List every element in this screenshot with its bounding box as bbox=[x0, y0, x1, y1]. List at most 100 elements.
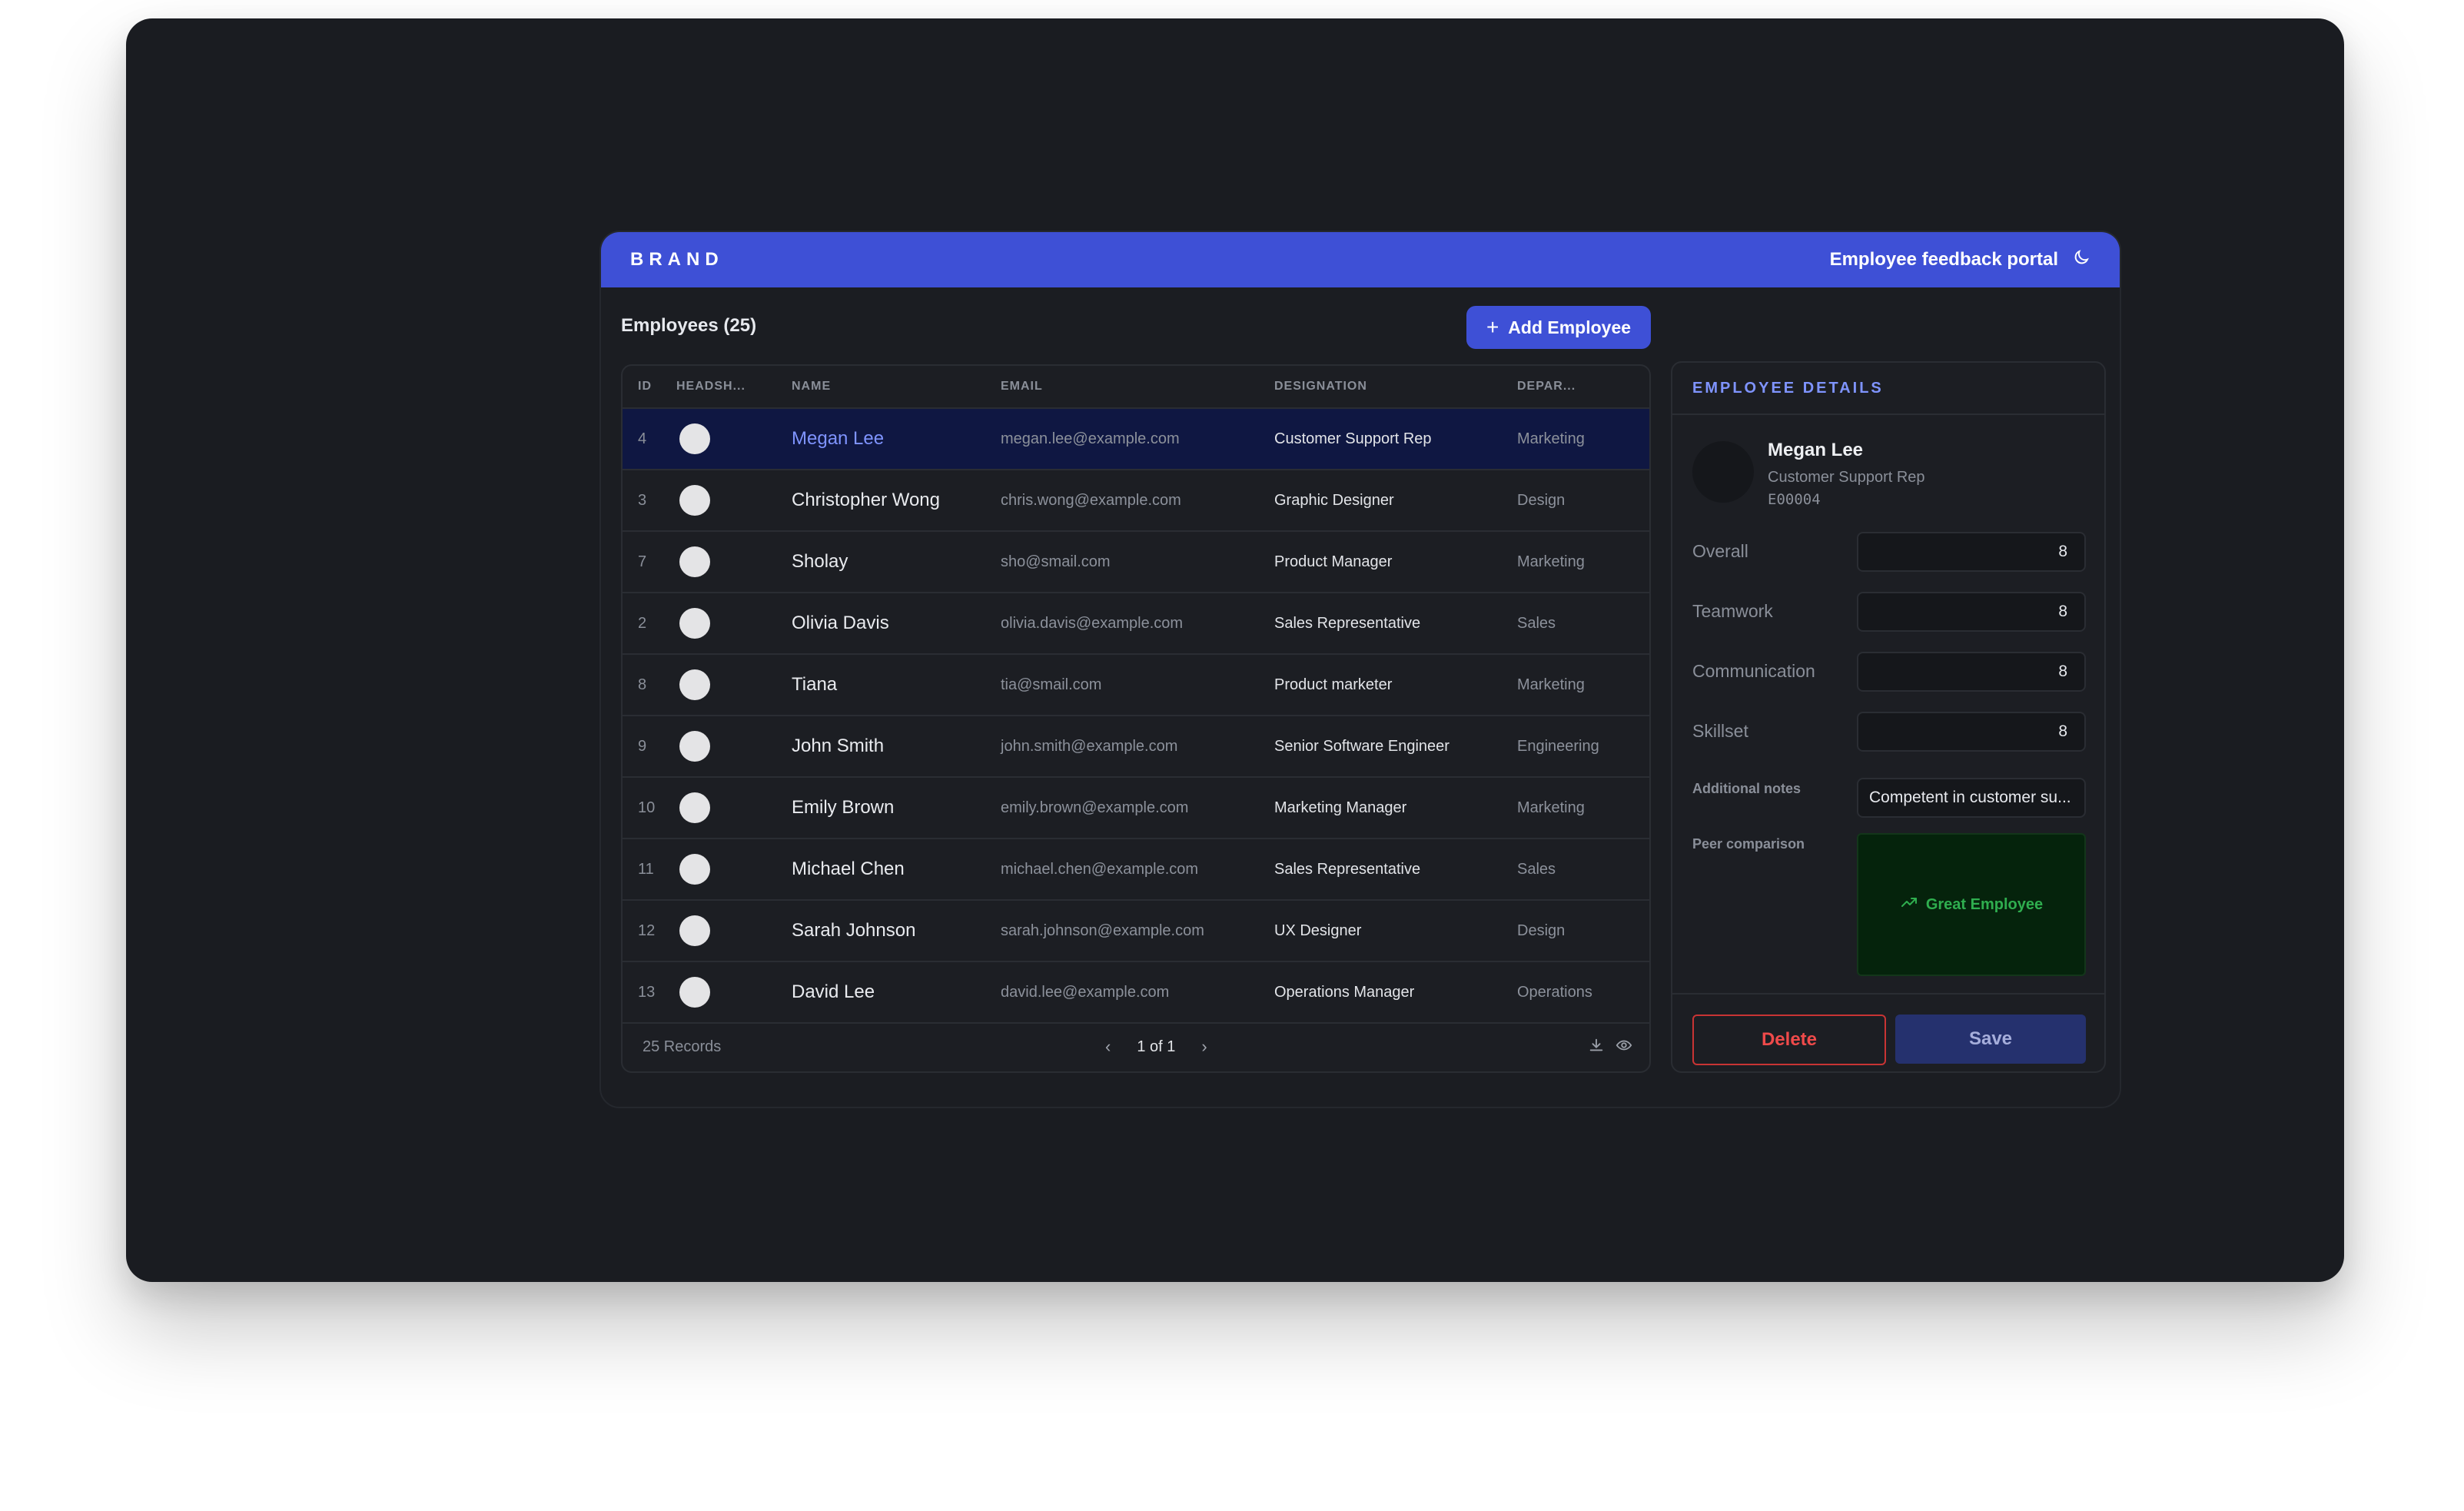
row-department: Design bbox=[1517, 491, 1566, 509]
row-designation: Senior Software Engineer bbox=[1274, 737, 1450, 755]
brand-logo: BRAND bbox=[630, 249, 724, 270]
details-actions: Delete Save bbox=[1672, 993, 2104, 1071]
table-row[interactable]: 9 John Smith john.smith@example.com Seni… bbox=[623, 716, 1649, 778]
row-name: David Lee bbox=[792, 981, 875, 1002]
row-designation: Product Manager bbox=[1274, 553, 1393, 570]
row-id: 13 bbox=[638, 983, 656, 1001]
profile-text: Megan Lee Customer Support Rep E00004 bbox=[1768, 438, 1925, 508]
moon-icon[interactable] bbox=[2072, 248, 2090, 272]
communication-input[interactable]: 8 bbox=[1857, 652, 2086, 692]
peer-comparison-label: Peer comparison bbox=[1692, 836, 1805, 852]
avatar bbox=[679, 423, 710, 454]
details-header: EMPLOYEE DETAILS bbox=[1672, 363, 2104, 415]
row-name: Tiana bbox=[792, 674, 838, 695]
row-id: 3 bbox=[638, 491, 647, 509]
row-department: Engineering bbox=[1517, 737, 1599, 755]
row-email: chris.wong@example.com bbox=[1001, 491, 1181, 509]
avatar bbox=[679, 854, 710, 885]
row-email: tia@smail.com bbox=[1001, 676, 1102, 693]
avatar bbox=[679, 669, 710, 700]
skillset-input[interactable]: 8 bbox=[1857, 712, 2086, 752]
headshot-cell bbox=[676, 423, 792, 454]
avatar bbox=[679, 915, 710, 946]
row-designation: UX Designer bbox=[1274, 922, 1362, 939]
row-id: 12 bbox=[638, 922, 656, 939]
table-row[interactable]: 3 Christopher Wong chris.wong@example.co… bbox=[623, 470, 1649, 532]
table-row[interactable]: 7 Sholay sho@smail.com Product Manager M… bbox=[623, 532, 1649, 593]
table-actions bbox=[1588, 1037, 1632, 1058]
row-email: emily.brown@example.com bbox=[1001, 799, 1189, 816]
headshot-cell bbox=[676, 792, 792, 823]
row-designation: Customer Support Rep bbox=[1274, 430, 1432, 447]
column-header-id[interactable]: ID bbox=[623, 380, 676, 394]
chevron-left-icon[interactable]: ‹ bbox=[1105, 1037, 1111, 1057]
row-name: Emily Brown bbox=[792, 797, 895, 818]
row-id: 10 bbox=[638, 799, 656, 816]
teamwork-input[interactable]: 8 bbox=[1857, 592, 2086, 632]
row-name: Michael Chen bbox=[792, 858, 905, 879]
add-employee-label: Add Employee bbox=[1508, 317, 1632, 337]
headshot-cell bbox=[676, 608, 792, 639]
row-designation: Sales Representative bbox=[1274, 614, 1421, 632]
row-department: Marketing bbox=[1517, 799, 1585, 816]
trending-up-icon bbox=[1900, 893, 1918, 916]
table-row[interactable]: 8 Tiana tia@smail.com Product marketer M… bbox=[623, 655, 1649, 716]
column-header-headshot[interactable]: HEADSH... bbox=[676, 380, 792, 394]
row-department: Marketing bbox=[1517, 676, 1585, 693]
row-id: 4 bbox=[638, 430, 647, 447]
row-email: john.smith@example.com bbox=[1001, 737, 1178, 755]
column-header-name[interactable]: NAME bbox=[792, 380, 1001, 394]
avatar bbox=[679, 977, 710, 1008]
headshot-cell bbox=[676, 915, 792, 946]
headshot-cell bbox=[676, 854, 792, 885]
add-employee-button[interactable]: + Add Employee bbox=[1466, 306, 1651, 349]
row-designation: Marketing Manager bbox=[1274, 799, 1407, 816]
table-row[interactable]: 2 Olivia Davis olivia.davis@example.com … bbox=[623, 593, 1649, 655]
portal-title: Employee feedback portal bbox=[1829, 249, 2058, 270]
row-department: Sales bbox=[1517, 860, 1556, 878]
employees-count-title: Employees (25) bbox=[621, 315, 757, 336]
row-designation: Product marketer bbox=[1274, 676, 1393, 693]
column-header-department[interactable]: DEPAR... bbox=[1517, 380, 1649, 394]
row-id: 8 bbox=[638, 676, 647, 693]
table-row[interactable]: 11 Michael Chen michael.chen@example.com… bbox=[623, 839, 1649, 901]
overall-input[interactable]: 8 bbox=[1857, 532, 2086, 572]
eye-icon[interactable] bbox=[1616, 1037, 1632, 1058]
headshot-cell bbox=[676, 977, 792, 1008]
row-department: Marketing bbox=[1517, 553, 1585, 570]
avatar bbox=[1692, 441, 1754, 503]
chevron-right-icon[interactable]: › bbox=[1201, 1037, 1207, 1057]
avatar bbox=[679, 608, 710, 639]
profile-name: Megan Lee bbox=[1768, 440, 1864, 460]
row-name: Olivia Davis bbox=[792, 613, 889, 633]
employees-table: ID HEADSH... NAME EMAIL DESIGNATION DEPA… bbox=[621, 364, 1651, 1073]
headshot-cell bbox=[676, 546, 792, 577]
notes-value: Competent in customer su... bbox=[1869, 789, 2071, 806]
records-count: 25 Records bbox=[643, 1038, 722, 1055]
portal-card: BRAND Employee feedback portal Employees… bbox=[599, 231, 2121, 1108]
delete-button[interactable]: Delete bbox=[1692, 1015, 1886, 1065]
row-department: Marketing bbox=[1517, 430, 1585, 447]
table-row[interactable]: 4 Megan Lee megan.lee@example.com Custom… bbox=[623, 409, 1649, 470]
table-row[interactable]: 10 Emily Brown emily.brown@example.com M… bbox=[623, 778, 1649, 839]
avatar bbox=[679, 485, 710, 516]
employee-details-panel: EMPLOYEE DETAILS Megan Lee Customer Supp… bbox=[1671, 361, 2106, 1073]
table-row[interactable]: 12 Sarah Johnson sarah.johnson@example.c… bbox=[623, 901, 1649, 962]
table-footer: 25 Records ‹ 1 of 1 › bbox=[623, 1022, 1649, 1071]
download-icon[interactable] bbox=[1588, 1037, 1605, 1058]
communication-label: Communication bbox=[1692, 661, 1815, 681]
row-email: sarah.johnson@example.com bbox=[1001, 922, 1204, 939]
column-header-email[interactable]: EMAIL bbox=[1001, 380, 1274, 394]
row-name: John Smith bbox=[792, 736, 885, 756]
row-id: 9 bbox=[638, 737, 647, 755]
notes-input[interactable]: Competent in customer su... bbox=[1857, 778, 2086, 818]
profile-summary: Megan Lee Customer Support Rep E00004 bbox=[1692, 438, 1925, 508]
page-indicator: 1 of 1 bbox=[1137, 1038, 1176, 1055]
table-row[interactable]: 13 David Lee david.lee@example.com Opera… bbox=[623, 962, 1649, 1024]
headshot-cell bbox=[676, 731, 792, 762]
row-name: Megan Lee bbox=[792, 428, 885, 449]
column-header-designation[interactable]: DESIGNATION bbox=[1274, 380, 1517, 394]
avatar bbox=[679, 792, 710, 823]
top-bar: BRAND Employee feedback portal bbox=[601, 232, 2120, 287]
save-button[interactable]: Save bbox=[1895, 1015, 2086, 1064]
